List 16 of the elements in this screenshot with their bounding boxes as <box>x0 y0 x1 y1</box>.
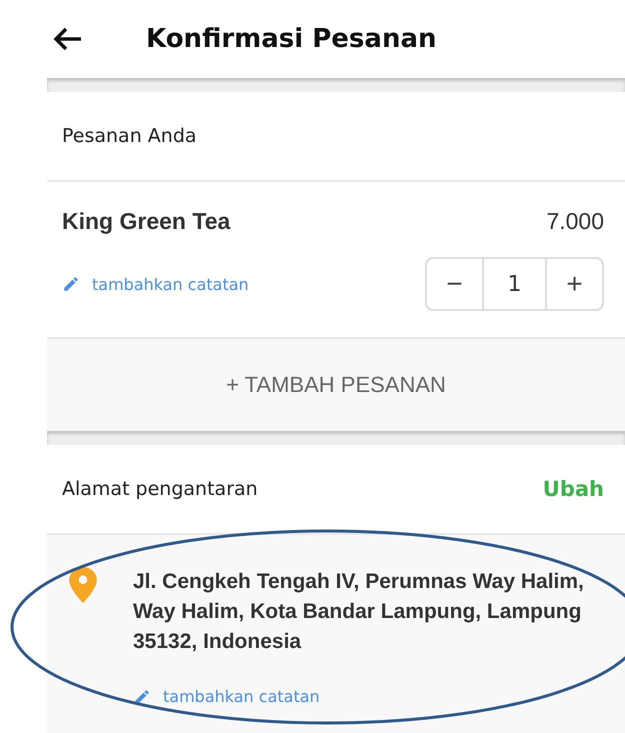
add-order-button[interactable]: + TAMBAH PESANAN <box>47 339 625 431</box>
section-heading: Pesanan Anda <box>62 125 197 147</box>
back-arrow-icon[interactable] <box>53 26 83 52</box>
pencil-icon <box>133 688 151 706</box>
quantity-value: 1 <box>482 259 547 309</box>
add-note-link[interactable]: tambahkan catatan <box>62 274 249 294</box>
item-price: 7.000 <box>546 208 604 235</box>
location-pin-icon <box>69 567 97 603</box>
add-note-link[interactable]: tambahkan catatan <box>133 687 593 706</box>
pencil-icon <box>62 275 80 293</box>
page-title: Konfirmasi Pesanan <box>146 24 437 54</box>
delivery-address: Jl. Cengkeh Tengah IV, Perumnas Way Halim, Way Halim, Kota Bandar Lampung, Lampung 35132, Indonesia <box>133 569 585 655</box>
increase-button[interactable]: + <box>547 259 602 309</box>
decrease-button[interactable]: − <box>427 259 482 309</box>
item-name: King Green Tea <box>62 208 230 235</box>
section-heading: Alamat pengantaran <box>62 478 258 500</box>
